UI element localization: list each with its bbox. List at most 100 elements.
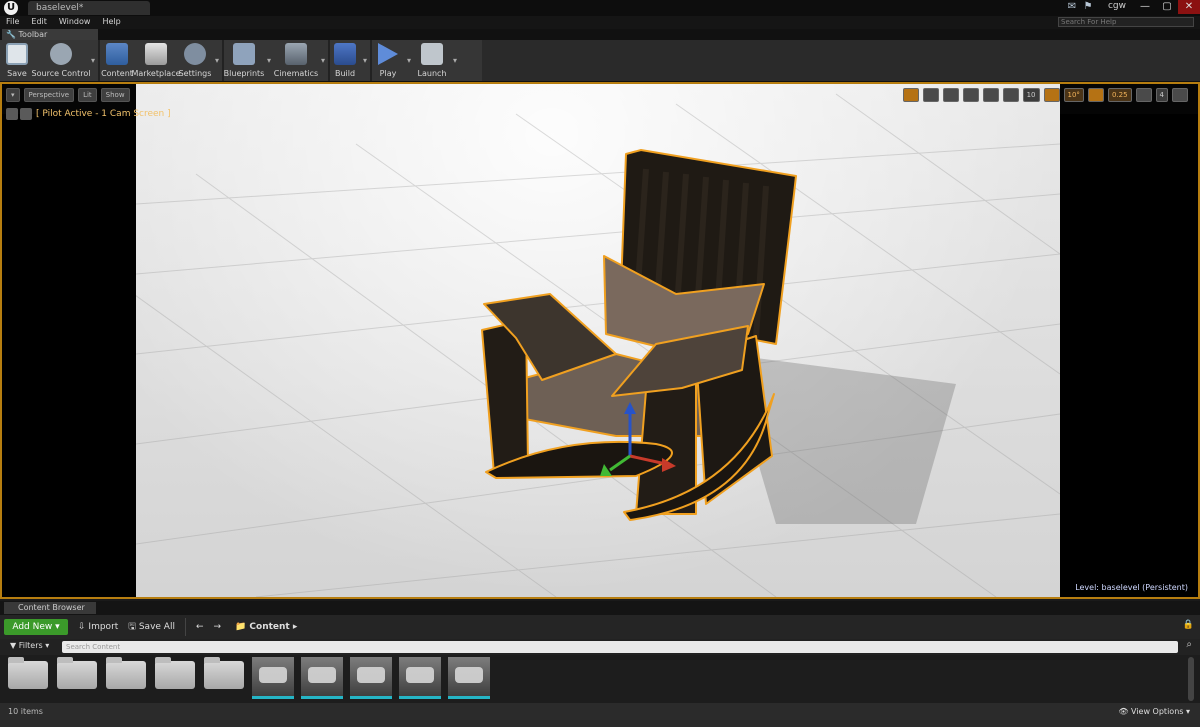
surface-snap-icon[interactable] [982,88,999,102]
toolbar-buttons: Save Source Control ▾ Content Marketplac… [0,40,482,81]
unreal-logo-icon: U [4,1,18,15]
launch-dropdown-icon[interactable]: ▾ [450,40,460,81]
viewport-transform-tools: 10 10° 0.25 4 [902,88,1188,102]
folder-item[interactable] [8,657,48,689]
grid-snap-icon[interactable] [1002,88,1019,102]
build-dropdown-icon[interactable]: ▾ [360,40,370,81]
chat-icon[interactable]: ✉ [1066,1,1078,13]
add-new-button[interactable]: Add New ▾ [4,619,68,635]
asset-thumbnail[interactable] [350,657,392,699]
rocking-chair-model[interactable] [136,84,1060,597]
level-label: Level: [1075,583,1099,592]
settings-button[interactable]: Settings [178,40,212,81]
marketplace-button[interactable]: Marketplace [131,40,181,81]
content-filter-row: ▼ Filters ▾ Search Content ⌕ [0,639,1200,655]
source-control-label: Source Control [31,69,91,78]
view-options-button[interactable]: 👁 View Options ▾ [1118,707,1190,716]
launch-label: Launch [417,69,447,78]
folder-item[interactable] [155,657,195,689]
build-button[interactable]: Build [330,40,360,81]
play-dropdown-icon[interactable]: ▾ [404,40,414,81]
minimize-button[interactable]: — [1134,0,1156,14]
settings-dropdown-icon[interactable]: ▾ [212,40,222,81]
user-icon[interactable]: ⚑ [1082,1,1094,13]
filters-label: Filters [18,641,43,650]
asset-preview [357,667,385,683]
camera-lock-icon[interactable] [20,108,32,120]
folder-icon: 📁 [235,622,247,632]
maximize-viewport-icon[interactable] [1172,88,1188,102]
asset-thumbnail[interactable] [399,657,441,699]
viewport-letterbox-left [2,114,136,597]
content-icon [106,43,128,65]
level-indicator: Level: baselevel (Persistent) [1075,583,1188,592]
save-button[interactable]: Save [0,40,34,81]
asset-preview [406,667,434,683]
filters-button[interactable]: ▼ Filters ▾ [10,641,49,650]
search-icon[interactable]: ⌕ [1186,639,1192,650]
history-back-button[interactable]: ← [196,622,204,632]
rotation-snap-icon[interactable] [1043,88,1060,102]
scene-view[interactable] [136,84,1060,597]
content-browser-tab[interactable]: Content Browser [4,602,96,614]
asset-thumbnail[interactable] [448,657,490,699]
blueprints-button[interactable]: Blueprints [224,40,264,81]
asset-thumbnail[interactable] [301,657,343,699]
lock-icon[interactable]: 🔒 [1183,620,1194,630]
menu-file[interactable]: File [6,16,19,29]
breadcrumb[interactable]: 📁 Content ▸ [235,622,297,632]
viewport-options-button[interactable]: ▾ [6,88,20,102]
menu-help[interactable]: Help [102,16,120,29]
save-all-button[interactable]: 🖫 Save All [128,619,175,635]
rotate-tool-icon[interactable] [922,88,939,102]
document-tab[interactable]: baselevel* [28,1,150,15]
marketplace-icon [145,43,167,65]
cinematics-dropdown-icon[interactable]: ▾ [318,40,328,81]
content-browser-toolbar: Add New ▾ ⇩ Import 🖫 Save All ← → 📁 Cont… [0,615,1200,639]
camera-speed-icon[interactable] [1135,88,1152,102]
lit-button[interactable]: Lit [78,88,97,102]
cinematics-button[interactable]: Cinematics [274,40,318,81]
folder-item[interactable] [204,657,244,689]
eject-icon[interactable] [6,108,18,120]
perspective-button[interactable]: Perspective [23,88,75,102]
history-forward-button[interactable]: → [214,622,222,632]
viewport-letterbox-right [1060,114,1198,597]
maximize-button[interactable]: ▢ [1156,0,1178,14]
menu-bar: File Edit Window Help Search For Help [0,16,1200,29]
asset-thumbnail[interactable] [252,657,294,699]
launch-button[interactable]: Launch [414,40,450,81]
close-button[interactable]: ✕ [1178,0,1200,14]
scale-snap-value[interactable]: 0.25 [1107,88,1132,102]
user-name: cgw [1107,1,1126,11]
pilot-active-label: [ Pilot Active - 1 Cam Screen ] [36,109,171,119]
scale-snap-icon[interactable] [1087,88,1104,102]
source-control-dropdown-icon[interactable]: ▾ [88,40,98,81]
folder-item[interactable] [57,657,97,689]
breadcrumb-label: Content [249,622,290,632]
content-search-input[interactable]: Search Content [62,641,1178,653]
translate-tool-icon[interactable] [902,88,919,102]
grid-snap-value[interactable]: 10 [1022,88,1040,102]
play-button[interactable]: Play [372,40,404,81]
import-button[interactable]: ⇩ Import [78,622,118,632]
level-viewport[interactable]: ▾ Perspective Lit Show [ Pilot Active - … [0,82,1200,599]
menu-edit[interactable]: Edit [31,16,47,29]
camera-speed-value[interactable]: 4 [1155,88,1168,102]
toolbar-tab[interactable]: 🔧 Toolbar [2,29,98,40]
world-space-icon[interactable] [962,88,979,102]
play-label: Play [379,69,397,78]
content-button[interactable]: Content [100,40,134,81]
assets-scrollbar[interactable] [1188,657,1194,701]
folder-item[interactable] [106,657,146,689]
blueprints-icon [233,43,255,65]
source-control-button[interactable]: Source Control [31,40,91,81]
rotation-snap-value[interactable]: 10° [1063,88,1084,102]
search-help-input[interactable]: Search For Help [1058,17,1194,27]
show-button[interactable]: Show [100,88,130,102]
scale-tool-icon[interactable] [942,88,959,102]
blueprints-dropdown-icon[interactable]: ▾ [264,40,274,81]
toolbar-tab-label: Toolbar [18,30,48,39]
items-count: 10 items [8,707,43,716]
menu-window[interactable]: Window [59,16,91,29]
